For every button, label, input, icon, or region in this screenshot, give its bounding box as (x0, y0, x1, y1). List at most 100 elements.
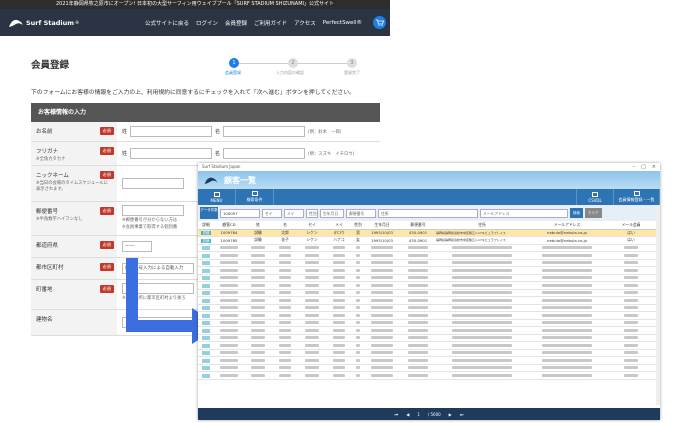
col-detail[interactable]: 詳細 (198, 221, 214, 230)
close-icon[interactable]: × (652, 163, 656, 171)
search-zip[interactable]: 郵便番号 (346, 208, 376, 218)
zip-input[interactable] (122, 205, 184, 216)
detail-cell[interactable] (198, 259, 214, 267)
nav-access[interactable]: アクセス (294, 19, 316, 27)
table-row[interactable] (198, 334, 656, 342)
col-address[interactable]: 住所 (436, 221, 528, 230)
detail-cell[interactable] (198, 289, 214, 297)
first-name-input[interactable] (223, 126, 306, 137)
last-page-icon[interactable]: ⏭ (460, 412, 464, 417)
search-kana-sei[interactable]: セイ (262, 208, 282, 218)
table-row[interactable] (198, 341, 656, 350)
detail-cell[interactable] (198, 296, 214, 305)
detail-cell[interactable] (198, 274, 214, 282)
detail-cell[interactable] (198, 371, 214, 380)
col-kana-sei[interactable]: セイ (298, 221, 326, 230)
prefecture-select[interactable]: ------ (122, 241, 152, 252)
prev-page-icon[interactable]: ◀ (406, 412, 409, 417)
col-sei[interactable]: 姓 (244, 221, 272, 230)
page-current[interactable]: 1 (417, 412, 420, 417)
detail-cell[interactable] (198, 356, 214, 365)
detail-cell[interactable] (198, 251, 214, 260)
table-row[interactable] (198, 364, 656, 372)
search-address[interactable]: 住所 (378, 208, 478, 218)
table-scrollbar[interactable] (656, 205, 660, 405)
col-mail-member[interactable]: メール会員 (606, 221, 656, 230)
table-row[interactable] (198, 251, 656, 260)
minimize-icon[interactable]: – (633, 163, 636, 171)
blurred-cell (244, 319, 272, 327)
col-email[interactable]: メールアドレス (528, 221, 606, 230)
col-mei[interactable]: 名 (272, 221, 298, 230)
nickname-input[interactable] (122, 178, 184, 189)
detail-cell[interactable] (198, 349, 214, 357)
member-list-button[interactable]: 会員情報登録・一覧 (614, 189, 660, 205)
nav-register[interactable]: 会員登録 (225, 19, 247, 27)
table-row[interactable] (198, 304, 656, 312)
col-cd[interactable]: 顧客CD (214, 221, 244, 230)
table-row[interactable] (198, 356, 656, 365)
table-row[interactable] (198, 281, 656, 290)
blurred-cell (364, 281, 400, 290)
cart-button[interactable] (373, 16, 386, 29)
col-birth[interactable]: 生年月日 (364, 221, 400, 230)
nav-guide[interactable]: ご利用ガイド (254, 19, 287, 27)
table-row[interactable]: 詳細 1009765 試験 花子 シケン ハナコ 女 1993/10/03 43… (198, 236, 656, 245)
cell-zip: 430-0901 (400, 236, 436, 245)
detail-cell[interactable] (198, 334, 214, 342)
blurred-cell (214, 319, 244, 327)
table-row[interactable]: 詳細 1009764 試験 太郎 シケン タロウ 男 1993/10/03 43… (198, 229, 656, 237)
kana-first-input[interactable] (223, 148, 306, 159)
site-logo[interactable]: Surf Stadium ® (8, 17, 79, 29)
blurred-cell (298, 319, 326, 327)
table-row[interactable] (198, 371, 656, 380)
next-page-icon[interactable]: ▶ (449, 412, 452, 417)
csv-download-button[interactable]: CSVDL (576, 189, 614, 205)
table-row[interactable] (198, 326, 656, 335)
blurred-cell (214, 296, 244, 305)
table-row[interactable] (198, 311, 656, 320)
detail-cell[interactable] (198, 341, 214, 350)
first-page-icon[interactable]: ⏮ (395, 412, 399, 417)
blurred-cell (528, 251, 606, 260)
col-sex[interactable]: 性別 (352, 221, 364, 230)
nav-official[interactable]: 公式サイトに戻る (145, 19, 189, 27)
record-count-field[interactable]: 100097 (220, 208, 260, 218)
col-kana-mei[interactable]: メイ (326, 221, 352, 230)
detail-cell[interactable] (198, 244, 214, 252)
detail-button[interactable]: 詳細 (200, 231, 212, 236)
table-row[interactable] (198, 349, 656, 357)
nav-perfectswell[interactable]: PerfectSwell® (323, 20, 362, 26)
table-row[interactable] (198, 244, 656, 252)
detail-cell[interactable] (198, 364, 214, 372)
col-zip[interactable]: 郵便番号 (400, 221, 436, 230)
blurred-cell (244, 251, 272, 260)
nav-login[interactable]: ログイン (196, 19, 218, 27)
search-sex[interactable]: 性別 (306, 208, 318, 218)
search-button[interactable]: 検索 (570, 208, 583, 218)
detail-cell[interactable] (198, 266, 214, 275)
table-row[interactable] (198, 259, 656, 267)
table-row[interactable] (198, 319, 656, 327)
detail-cell[interactable] (198, 304, 214, 312)
table-row[interactable] (198, 296, 656, 305)
search-kana-mei[interactable]: メイ (284, 208, 304, 218)
search-email[interactable]: メールアドレス (480, 208, 568, 218)
maximize-icon[interactable]: □ (641, 163, 646, 171)
detail-cell[interactable] (198, 311, 214, 320)
detail-cell[interactable] (198, 281, 214, 290)
table-row[interactable] (198, 266, 656, 275)
kana-last-input[interactable] (130, 148, 213, 159)
search-condition-button[interactable]: 検索条件 (236, 189, 274, 205)
detail-cell[interactable] (198, 319, 214, 327)
last-name-input[interactable] (130, 126, 213, 137)
menu-button[interactable]: MENU (198, 189, 236, 205)
table-row[interactable] (198, 289, 656, 297)
search-birth[interactable]: 生年月日 (320, 208, 344, 218)
blurred-cell (214, 364, 244, 372)
page-title: 会員登録 (31, 60, 70, 71)
detail-cell[interactable] (198, 326, 214, 335)
table-row[interactable] (198, 274, 656, 282)
detail-button[interactable]: 詳細 (200, 238, 212, 243)
clear-button[interactable]: クリア (585, 208, 602, 218)
